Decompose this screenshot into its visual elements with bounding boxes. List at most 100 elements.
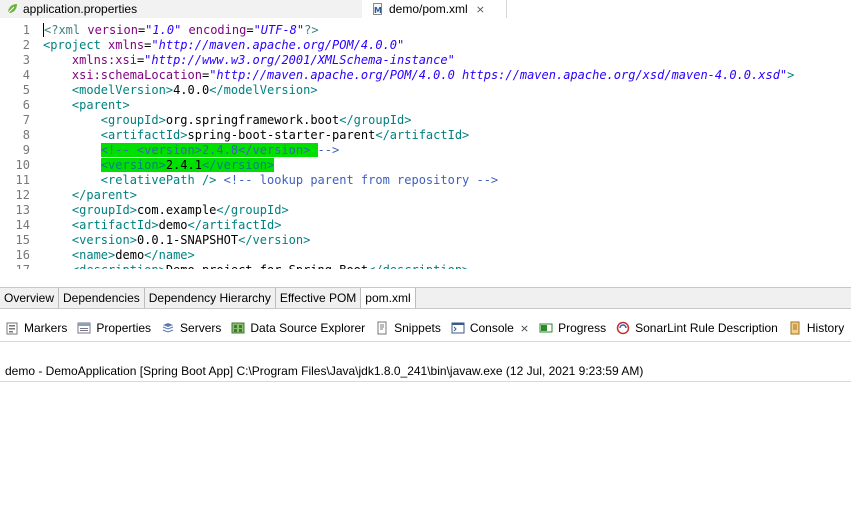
code-line[interactable]: 4 xsi:schemaLocation="http://maven.apach… [0, 68, 851, 83]
code-token: "UTF-8" [253, 23, 305, 37]
code-line[interactable]: 7 <groupId>org.springframework.boot</gro… [0, 113, 851, 128]
view-tab-label: Markers [24, 321, 68, 335]
code-token: </groupId> [216, 203, 289, 217]
code-token: 0.0.1-SNAPSHOT [136, 233, 239, 247]
tab-dependencies[interactable]: Dependencies [59, 288, 145, 308]
code-token: = [246, 23, 254, 37]
tab-pom-xml[interactable]: M demo/pom.xml ⨯ [367, 0, 507, 18]
line-text: <relativePath /> <!-- lookup parent from… [43, 173, 498, 188]
code-line[interactable]: 3 xmlns:xsi="http://www.w3.org/2001/XMLS… [0, 53, 851, 68]
maven-file-icon: M [371, 2, 384, 16]
history-icon [790, 321, 800, 335]
code-line[interactable]: 15 <version>0.0.1-SNAPSHOT</version> [0, 233, 851, 248]
code-line[interactable]: 14 <artifactId>demo</artifactId> [0, 218, 851, 233]
code-line[interactable]: 9 <!-- <version>2.4.8</version> --> [0, 143, 851, 158]
code-token: <!-- <version>2.4.8</version> [100, 143, 318, 157]
tab-overview[interactable]: Overview [0, 288, 60, 308]
code-line[interactable]: 13 <groupId>com.example</groupId> [0, 203, 851, 218]
code-line[interactable]: 16 <name>demo</name> [0, 248, 851, 263]
code-line[interactable]: 17 <description>Demo project for Spring … [0, 263, 851, 269]
view-tab-sonarlint-rule-description[interactable]: SonarLint Rule Description [611, 316, 783, 340]
code-token: </version> [238, 233, 311, 247]
line-text: <modelVersion>4.0.0</modelVersion> [43, 83, 318, 98]
code-token: "http://maven.apache.org/POM/4.0.0 https… [209, 68, 788, 82]
xml-source-editor[interactable]: 1 <?xml version="1.0" encoding="UTF-8"?> 2… [0, 20, 851, 269]
view-tab-properties[interactable]: Properties [72, 316, 156, 340]
code-token: </modelVersion> [209, 83, 318, 97]
view-tab-label: Console [469, 321, 514, 335]
view-tab-markers[interactable]: Markers [0, 316, 72, 340]
line-text: <project xmlns="http://maven.apache.org/… [43, 38, 404, 53]
line-text: </parent> [43, 188, 137, 203]
tab-effective-pom[interactable]: Effective POM [276, 288, 362, 308]
code-line[interactable]: 10 <version>2.4.1</version> [0, 158, 851, 173]
markers-icon [6, 322, 18, 335]
line-number: 4 [22, 68, 30, 82]
view-tab-data-source-explorer[interactable]: Data Source Explorer [226, 316, 370, 340]
code-line[interactable]: 11 <relativePath /> <!-- lookup parent f… [0, 173, 851, 188]
line-number: 6 [22, 98, 30, 112]
close-icon[interactable]: ⨯ [476, 3, 485, 16]
code-token: </description> [368, 263, 469, 269]
tab-application-properties[interactable]: application.properties [0, 0, 362, 18]
line-text: <name>demo</name> [43, 248, 195, 263]
view-tab-servers[interactable]: Servers [156, 316, 226, 340]
code-token: <name> [71, 248, 116, 262]
view-tab-snippets[interactable]: Snippets [370, 316, 446, 340]
line-number: 11 [15, 173, 30, 187]
code-token: demo [115, 248, 145, 262]
tab-label: application.properties [23, 2, 138, 16]
code-token: "http://www.w3.org/2001/XMLSchema-instan… [144, 53, 455, 67]
line-number: 5 [22, 83, 30, 97]
code-line[interactable]: 1 <?xml version="1.0" encoding="UTF-8"?> [0, 23, 851, 38]
view-tab-history[interactable]: History [783, 316, 849, 340]
pom-editor-tabs: Overview Dependencies Dependency Hierarchy… [0, 287, 851, 309]
code-line[interactable]: 5 <modelVersion>4.0.0</modelVersion> [0, 83, 851, 98]
view-tab-label: Servers [180, 321, 222, 335]
console-output[interactable] [0, 381, 851, 521]
code-line[interactable]: 8 <artifactId>spring-boot-starter-parent… [0, 128, 851, 143]
view-tab-console[interactable]: Console ⨯ [445, 316, 535, 340]
line-number: 9 [22, 143, 30, 157]
code-token: </artifactId> [375, 128, 470, 142]
properties-icon [77, 322, 91, 334]
code-token: > [787, 68, 795, 82]
code-token: ?> [304, 23, 319, 37]
line-number: 12 [15, 188, 30, 202]
code-line[interactable]: 6 <parent> [0, 98, 851, 113]
database-icon [231, 322, 245, 334]
code-token: spring-boot-starter-parent [187, 128, 376, 142]
view-tab-label: Data Source Explorer [250, 321, 366, 335]
code-token: org.springframework.boot [165, 113, 340, 127]
line-text: xsi:schemaLocation="http://maven.apache.… [43, 68, 794, 83]
code-token: Demo project for Spring Boot [166, 263, 368, 269]
code-token: <parent> [71, 98, 130, 112]
code-token: <modelVersion> [71, 83, 174, 97]
console-launch-label: demo - DemoApplication [Spring Boot App]… [5, 364, 644, 378]
code-line[interactable]: 12 </parent> [0, 188, 851, 203]
tab-dependency-hierarchy[interactable]: Dependency Hierarchy [145, 288, 276, 308]
view-tab-label: History [806, 321, 845, 335]
line-text: <artifactId>spring-boot-starter-parent</… [43, 128, 469, 143]
code-token: demo [158, 218, 188, 232]
code-token: <!-- lookup parent from repository --> [223, 173, 499, 187]
view-tab-bar: Markers Properties Servers Data Source Expl… [0, 315, 851, 342]
code-token: </artifactId> [187, 218, 282, 232]
progress-icon [539, 323, 553, 333]
close-icon[interactable]: ⨯ [520, 322, 529, 335]
code-line[interactable]: 2 <project xmlns="http://maven.apache.org… [0, 38, 851, 53]
view-tab-progress[interactable]: Progress [534, 316, 611, 340]
snippets-icon [377, 321, 387, 335]
code-token: xmlns:xsi [71, 53, 137, 67]
tab-pom-xml[interactable]: pom.xml [361, 288, 416, 308]
